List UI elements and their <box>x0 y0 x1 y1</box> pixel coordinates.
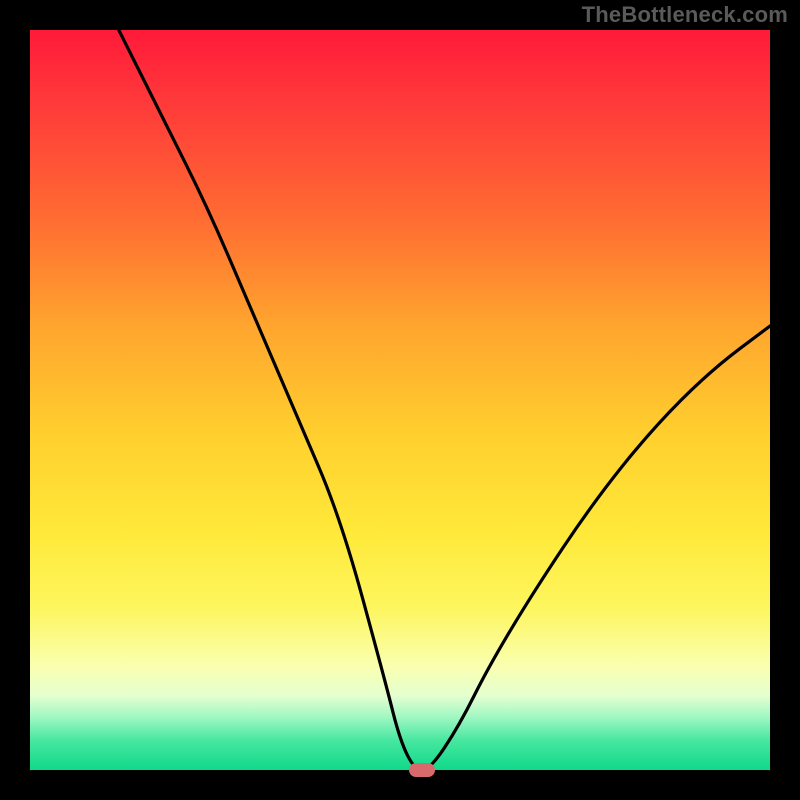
optimal-marker <box>409 763 435 777</box>
chart-frame: TheBottleneck.com <box>0 0 800 800</box>
curve-path <box>119 30 770 770</box>
plot-area <box>30 30 770 770</box>
watermark-text: TheBottleneck.com <box>582 2 788 28</box>
bottleneck-curve <box>30 30 770 770</box>
